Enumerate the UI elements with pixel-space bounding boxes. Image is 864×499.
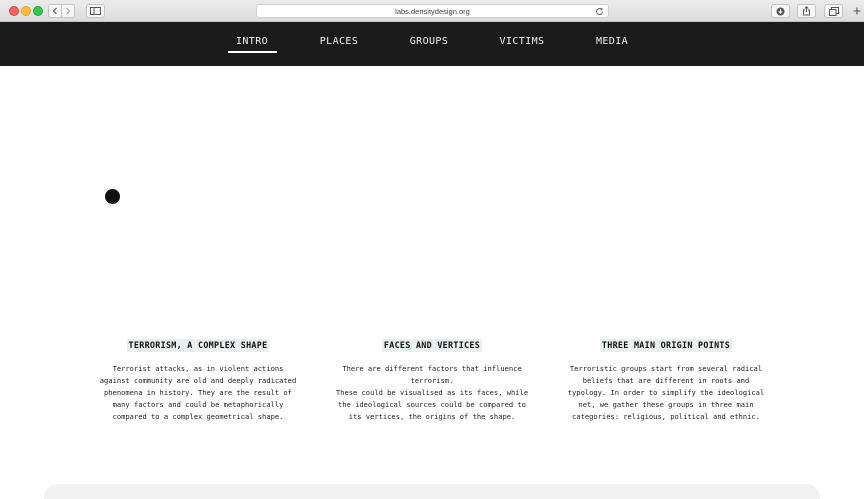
visualization-dot <box>105 189 120 204</box>
nav-item-groups[interactable]: GROUPS <box>406 36 452 47</box>
section-three-main-origin-points: THREE MAIN ORIGIN POINTS Terroristic gro… <box>566 333 766 423</box>
section-text: There are different factors that influen… <box>335 364 529 421</box>
new-tab-button[interactable] <box>851 4 863 18</box>
back-button[interactable] <box>48 4 62 18</box>
close-window-button[interactable] <box>9 6 19 16</box>
share-icon <box>803 6 810 16</box>
next-section-panel <box>44 484 820 499</box>
download-icon <box>776 7 785 15</box>
address-bar[interactable]: labs.densitydesign.org <box>256 4 609 18</box>
show-tabs-button[interactable] <box>824 4 843 18</box>
share-button[interactable] <box>797 4 816 18</box>
section-text: Terrorist attacks, as in violent actions… <box>99 364 297 421</box>
plus-icon <box>853 7 861 15</box>
nav-item-media[interactable]: MEDIA <box>592 36 632 47</box>
section-title: TERRORISM, A COMPLEX SHAPE <box>126 339 270 352</box>
section-terrorism-complex-shape: TERRORISM, A COMPLEX SHAPE Terrorist att… <box>98 333 298 423</box>
nav-item-victims[interactable]: VICTIMS <box>496 36 548 47</box>
site-navigation: INTRO PLACES GROUPS VICTIMS MEDIA <box>0 22 864 66</box>
chevron-right-icon <box>66 7 71 15</box>
sidebar-icon <box>90 7 101 15</box>
section-title: THREE MAIN ORIGIN POINTS <box>599 339 733 352</box>
nav-item-intro[interactable]: INTRO <box>228 36 276 47</box>
tabs-icon <box>828 6 839 16</box>
zoom-window-button[interactable] <box>33 6 43 16</box>
url-text: labs.densitydesign.org <box>395 6 470 16</box>
section-title: FACES AND VERTICES <box>381 339 483 352</box>
section-text: Terroristic groups start from several ra… <box>567 364 765 421</box>
section-faces-and-vertices: FACES AND VERTICES There are different f… <box>332 333 532 423</box>
sidebar-button[interactable] <box>86 4 105 18</box>
active-nav-indicator <box>228 51 277 53</box>
browser-toolbar: labs.densitydesign.org <box>0 0 864 22</box>
minimize-window-button[interactable] <box>21 6 31 16</box>
reload-icon[interactable] <box>595 7 604 16</box>
chevron-left-icon <box>52 7 57 15</box>
nav-item-places[interactable]: PLACES <box>316 36 362 47</box>
download-button[interactable] <box>771 4 790 18</box>
forward-button[interactable] <box>61 4 75 18</box>
